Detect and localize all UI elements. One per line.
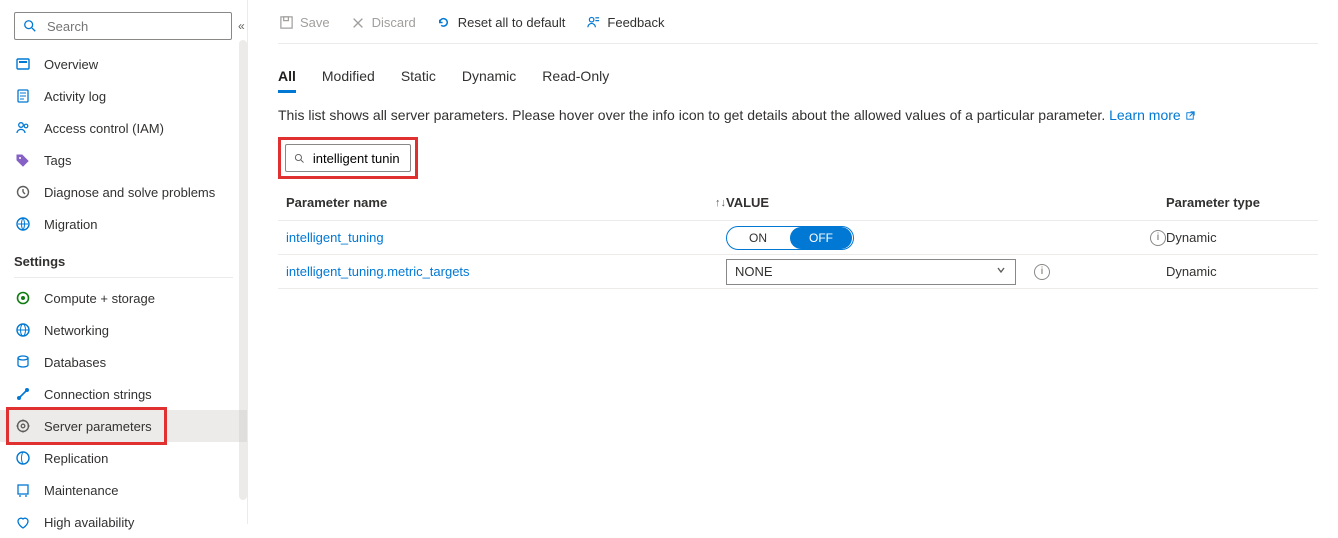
feedback-label: Feedback — [607, 15, 664, 30]
overview-icon — [14, 55, 32, 73]
activity-icon — [14, 87, 32, 105]
sidebar-item-label: Server parameters — [44, 419, 152, 434]
sidebar-item-ha[interactable]: High availability — [0, 506, 247, 538]
sidebar-item-overview[interactable]: Overview — [0, 48, 247, 80]
parameter-link[interactable]: intelligent_tuning.metric_targets — [286, 264, 470, 279]
sidebar-item-repl[interactable]: Replication — [0, 442, 247, 474]
table-row: intelligent_tuning.metric_targets NONE i Dy… — [278, 255, 1318, 289]
description-text: This list shows all server parameters. P… — [278, 107, 1338, 123]
table-row: intelligent_tuning ONOFF iDynamic — [278, 221, 1318, 255]
sidebar-item-label: Access control (IAM) — [44, 121, 164, 136]
tab-all[interactable]: All — [278, 68, 296, 93]
sidebar-item-label: High availability — [44, 515, 134, 530]
table-header: Parameter name ↑↓ VALUE Parameter type — [278, 185, 1318, 221]
col-type[interactable]: Parameter type — [1166, 195, 1310, 210]
network-icon — [14, 321, 32, 339]
sidebar-item-label: Activity log — [44, 89, 106, 104]
tab-dynamic[interactable]: Dynamic — [462, 68, 516, 93]
tab-static[interactable]: Static — [401, 68, 436, 93]
repl-icon — [14, 449, 32, 467]
discard-label: Discard — [372, 15, 416, 30]
conn-icon — [14, 385, 32, 403]
close-icon — [350, 15, 366, 31]
sidebar-item-conn[interactable]: Connection strings — [0, 378, 247, 410]
col-value[interactable]: VALUE — [726, 195, 1166, 210]
sidebar-item-databases[interactable]: Databases — [0, 346, 247, 378]
learn-more-link[interactable]: Learn more — [1109, 107, 1195, 123]
iam-icon — [14, 119, 32, 137]
search-icon — [21, 17, 39, 35]
filter-highlight — [278, 137, 418, 179]
sidebar-item-label: Overview — [44, 57, 98, 72]
info-icon[interactable]: i — [1034, 264, 1050, 280]
tab-read-only[interactable]: Read-Only — [542, 68, 609, 93]
sidebar-item-maint[interactable]: Maintenance — [0, 474, 247, 506]
tab-modified[interactable]: Modified — [322, 68, 375, 93]
feedback-icon — [585, 15, 601, 31]
save-button[interactable]: Save — [278, 15, 330, 31]
sidebar-item-label: Replication — [44, 451, 108, 466]
col-parameter-name[interactable]: Parameter name ↑↓ — [286, 195, 726, 210]
sidebar-item-activity[interactable]: Activity log — [0, 80, 247, 112]
sidebar-item-migration[interactable]: Migration — [0, 208, 247, 240]
filter-row — [278, 137, 1318, 179]
toggle-on-off[interactable]: ONOFF — [726, 226, 854, 250]
sidebar-item-label: Connection strings — [44, 387, 152, 402]
ha-icon — [14, 513, 32, 531]
divider — [14, 277, 233, 278]
parameter-link[interactable]: intelligent_tuning — [286, 230, 384, 245]
sort-icon[interactable]: ↑↓ — [715, 197, 726, 209]
sidebar-item-iam[interactable]: Access control (IAM) — [0, 112, 247, 144]
databases-icon — [14, 353, 32, 371]
migration-icon — [14, 215, 32, 233]
diagnose-icon — [14, 183, 32, 201]
parameter-type: Dynamic — [1166, 264, 1310, 279]
sidebar-item-tags[interactable]: Tags — [0, 144, 247, 176]
sidebar-item-label: Compute + storage — [44, 291, 155, 306]
sidebar-item-compute[interactable]: Compute + storage — [0, 282, 247, 314]
chevron-down-icon — [995, 264, 1007, 279]
toolbar: Save Discard Reset all to default Feedba… — [278, 10, 1318, 44]
value-dropdown[interactable]: NONE — [726, 259, 1016, 285]
compute-icon — [14, 289, 32, 307]
collapse-sidebar-button[interactable]: « — [238, 19, 245, 33]
sidebar-item-label: Databases — [44, 355, 106, 370]
sidebar-item-label: Diagnose and solve problems — [44, 185, 215, 200]
tags-icon — [14, 151, 32, 169]
save-label: Save — [300, 15, 330, 30]
sidebar-item-label: Tags — [44, 153, 71, 168]
sidebar: « Overview Activity log Access control (IA… — [0, 0, 248, 524]
parameter-type: Dynamic — [1166, 230, 1310, 245]
reset-icon — [436, 15, 452, 31]
parameters-table: Parameter name ↑↓ VALUE Parameter type i… — [278, 185, 1318, 289]
maint-icon — [14, 481, 32, 499]
parameter-search-input[interactable] — [285, 144, 411, 172]
sidebar-item-params[interactable]: Server parameters — [0, 410, 247, 442]
params-icon — [14, 417, 32, 435]
sidebar-item-network[interactable]: Networking — [0, 314, 247, 346]
sidebar-item-label: Maintenance — [44, 483, 118, 498]
reset-label: Reset all to default — [458, 15, 566, 30]
search-icon — [294, 152, 305, 165]
main-content: Save Discard Reset all to default Feedba… — [248, 0, 1338, 524]
sidebar-search-field[interactable] — [45, 18, 225, 35]
reset-button[interactable]: Reset all to default — [436, 15, 566, 31]
discard-button[interactable]: Discard — [350, 15, 416, 31]
info-icon[interactable]: i — [1150, 230, 1166, 246]
sidebar-item-label: Migration — [44, 217, 97, 232]
save-icon — [278, 15, 294, 31]
parameter-search-field[interactable] — [311, 150, 402, 167]
sidebar-item-label: Networking — [44, 323, 109, 338]
sidebar-item-diagnose[interactable]: Diagnose and solve problems — [0, 176, 247, 208]
settings-section-header: Settings — [0, 240, 247, 275]
sidebar-search-input[interactable] — [14, 12, 232, 40]
tab-strip: All Modified Static Dynamic Read-Only — [278, 68, 1338, 93]
feedback-button[interactable]: Feedback — [585, 15, 664, 31]
